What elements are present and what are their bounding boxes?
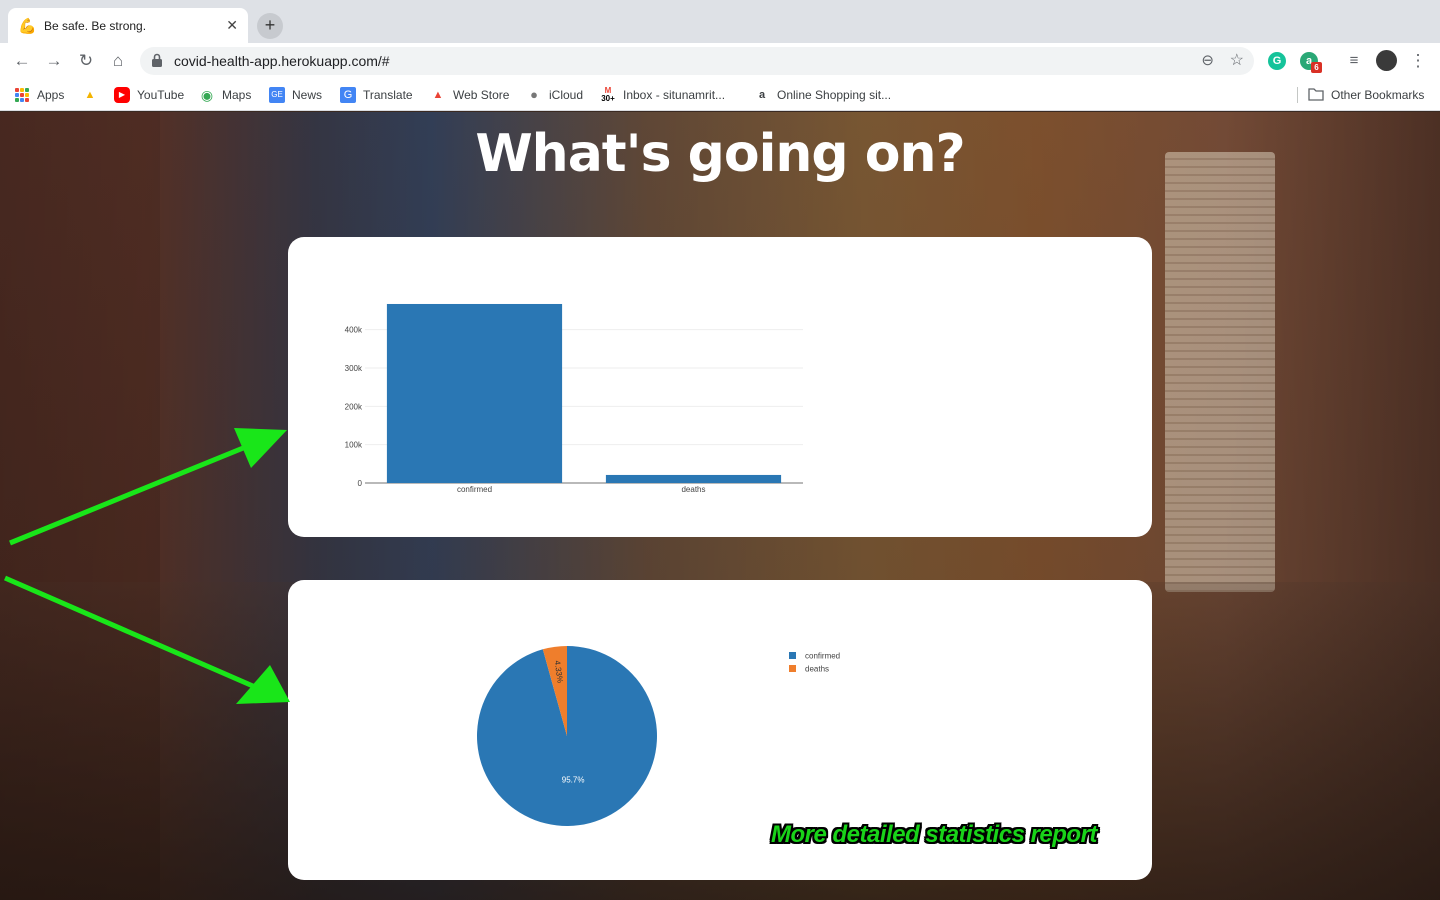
profile-avatar[interactable] [1376, 50, 1397, 71]
bookmark-maps[interactable]: ◉ Maps [199, 87, 251, 103]
bookmark-gmail[interactable]: M 30+ Inbox - situnamrit... [600, 87, 725, 103]
bookmarks-bar: Apps ▲ ▶ YouTube ◉ Maps GE News G Transl… [0, 79, 1440, 111]
bookmark-label: iCloud [549, 88, 584, 102]
lock-icon [152, 53, 162, 67]
x-tick-label: deaths [681, 485, 705, 494]
address-bar[interactable]: covid-health-app.herokuapp.com/# ⊖ ☆ [140, 47, 1254, 75]
background-shutter [1165, 152, 1275, 592]
bookmark-youtube[interactable]: ▶ YouTube [114, 87, 184, 103]
annotation-arrows [4, 428, 290, 704]
flexed-biceps-icon: 💪 [18, 17, 37, 35]
bookmark-label: Apps [37, 88, 65, 102]
gmail-count: 30+ [601, 94, 615, 103]
y-tick-label: 300k [345, 364, 363, 373]
apps-grid-icon [14, 87, 30, 103]
tab-strip: 💪 Be safe. Be strong. ✕ + [0, 0, 1440, 43]
y-tick-label: 100k [345, 441, 363, 450]
bookmark-label: Web Store [453, 88, 510, 102]
bookmark-web-store[interactable]: ▲ Web Store [430, 87, 510, 103]
bookmark-amazon[interactable]: a Online Shopping sit... [754, 87, 891, 103]
bar-chart-card: 0 100k 200k 300k 400k confirmed deaths [288, 237, 1152, 537]
bookmark-drive[interactable]: ▲ [82, 87, 105, 103]
legend-swatch-confirmed [789, 652, 796, 659]
bookmark-star-icon[interactable]: ☆ [1230, 50, 1244, 70]
translate-icon: G [340, 87, 356, 103]
bar-deaths [605, 474, 782, 483]
bookmark-label: News [292, 88, 323, 102]
apple-icon: ● [530, 87, 538, 102]
arrow-to-bar-chart [9, 428, 287, 546]
google-news-icon: GE [269, 87, 285, 103]
legend-label: deaths [805, 665, 829, 674]
active-tab[interactable]: 💪 Be safe. Be strong. ✕ [8, 8, 248, 43]
bookmark-icloud[interactable]: ● iCloud [526, 87, 583, 103]
legend-swatch-deaths [789, 665, 796, 672]
menu-kebab-icon[interactable]: ⋮ [1407, 50, 1429, 72]
other-bookmarks-label: Other Bookmarks [1331, 88, 1425, 102]
folder-icon [1308, 87, 1324, 103]
x-tick-label: confirmed [457, 485, 492, 494]
bar-chart: 0 100k 200k 300k 400k confirmed deaths [345, 303, 803, 494]
back-button[interactable]: ← [11, 50, 33, 72]
bookmark-news[interactable]: GE News [269, 87, 322, 103]
close-tab-icon[interactable]: ✕ [226, 17, 238, 34]
home-button[interactable]: ⌂ [107, 50, 129, 72]
bookmarks-divider [1297, 87, 1298, 103]
bookmark-label: Maps [222, 88, 252, 102]
legend-label: confirmed [805, 652, 840, 661]
bookmark-label: Translate [363, 88, 413, 102]
bookmark-translate[interactable]: G Translate [340, 87, 413, 103]
bookmark-apps[interactable]: Apps [14, 87, 64, 103]
bookmark-label: Inbox - situnamrit... [623, 88, 726, 102]
url-text[interactable]: covid-health-app.herokuapp.com/# [174, 53, 390, 69]
page-background: What's going on? 0 100k 200k 300k 400k confir… [0, 112, 1440, 900]
web-store-icon: ▲ [432, 89, 444, 101]
browser-toolbar: ← → ↻ ⌂ covid-health-app.herokuapp.com/#… [0, 43, 1440, 79]
other-bookmarks[interactable]: Other Bookmarks [1308, 87, 1424, 103]
reload-button[interactable]: ↻ [75, 50, 97, 72]
maps-pin-icon: ◉ [200, 87, 214, 103]
youtube-icon: ▶ [114, 87, 130, 103]
arrow-to-pie-chart [4, 575, 290, 704]
y-tick-label: 400k [345, 326, 363, 335]
zoom-icon[interactable]: ⊖ [1201, 51, 1214, 69]
annotation-text: More detailed statistics report [771, 821, 1097, 848]
gmail-icon: M 30+ [601, 86, 615, 103]
reading-list-icon[interactable]: ≡ [1343, 50, 1365, 72]
slice-label: 95.7% [562, 776, 585, 785]
bar-confirmed [386, 303, 563, 483]
tab-title: Be safe. Be strong. [44, 18, 147, 33]
y-tick-label: 200k [345, 402, 363, 411]
bookmark-label: YouTube [137, 88, 185, 102]
bookmark-label: Online Shopping sit... [777, 88, 892, 102]
grammarly-extension-icon[interactable]: G [1268, 52, 1286, 70]
amazon-icon: a [758, 89, 766, 101]
extension-icon[interactable]: a6 [1300, 52, 1322, 73]
y-tick-label: 0 [358, 479, 363, 488]
new-tab-button[interactable]: + [257, 13, 283, 39]
drive-icon: ▲ [84, 89, 96, 101]
extension-badge: 6 [1311, 62, 1322, 73]
forward-button[interactable]: → [43, 50, 65, 72]
